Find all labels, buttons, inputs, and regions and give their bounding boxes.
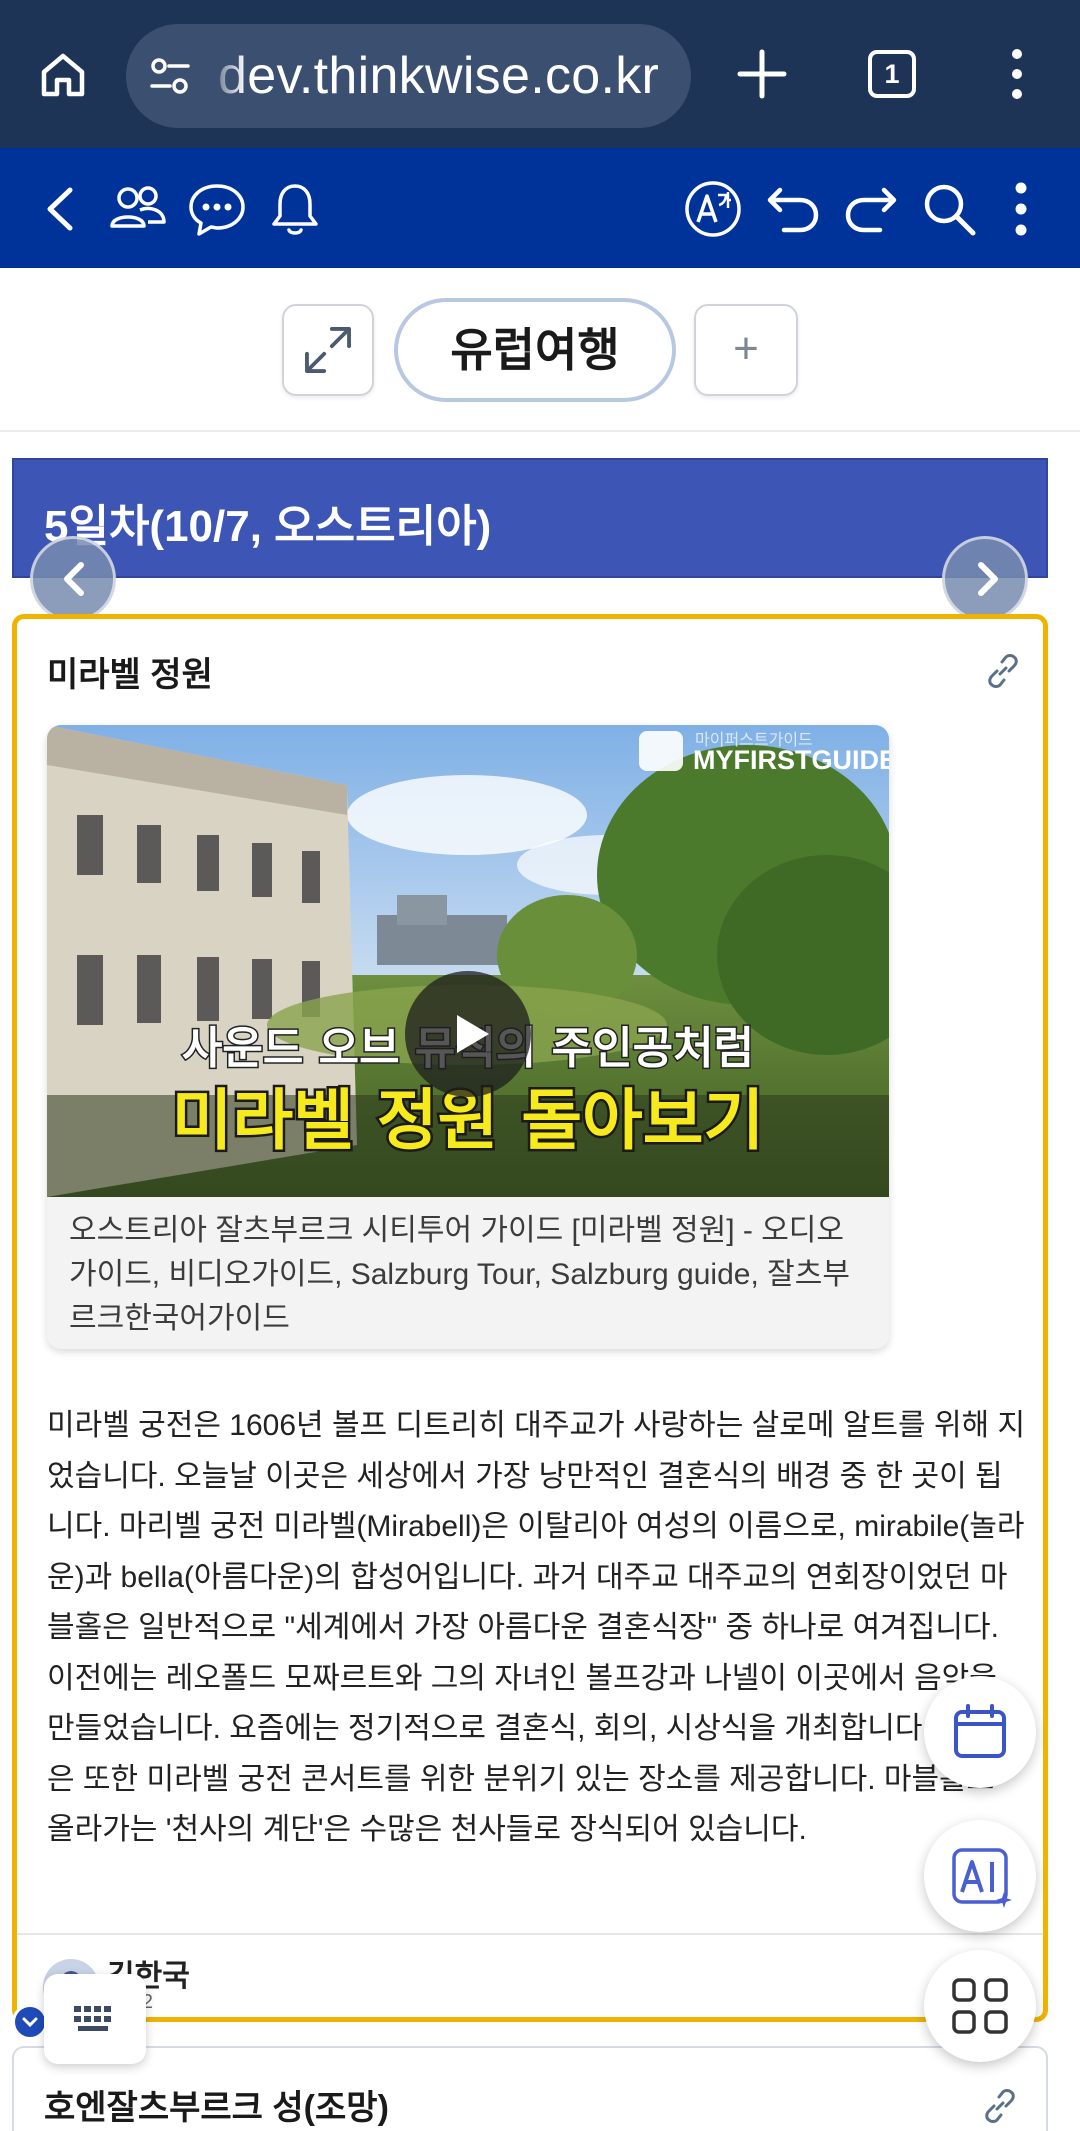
video-thumbnail[interactable]: MYFIRSTGUIDE 마이퍼스트가이드 사운드 오브 뮤직의 주인공처럼 미… [47,725,889,1197]
play-icon [457,1015,489,1053]
menu-icon[interactable] [1000,46,1034,102]
tab-switcher-icon[interactable]: 1 [868,50,916,98]
card-body-text: 미라벨 궁전은 1606년 볼프 디트리히 대주교가 사랑하는 살로메 알트를 … [47,1409,1026,1846]
card-title: 미라벨 정원 [47,656,213,694]
expand-icon [305,327,351,373]
map-tabs-row: 유럽여행 + [0,268,1080,432]
prev-arrow-button[interactable] [30,536,116,622]
site-settings-icon[interactable] [148,54,192,98]
address-bar[interactable]: dev.thinkwise.co.kr [126,24,691,128]
video-caption[interactable]: 오스트리아 잘츠부르크 시티투어 가이드 [미라벨 정원] - 오디오가이드, … [69,1209,869,1341]
apps-icon [952,1978,1008,2034]
more-icon[interactable] [1004,178,1038,240]
translate-icon[interactable] [682,178,744,240]
back-icon[interactable] [30,178,92,240]
chat-icon[interactable] [186,178,248,240]
ai-icon [952,1848,1012,1908]
play-button[interactable] [405,971,531,1097]
app-toolbar [0,148,1080,268]
add-tab-button[interactable]: + [694,304,798,396]
link-icon[interactable] [980,2086,1020,2126]
keyboard-button[interactable] [44,1974,146,2064]
ai-button[interactable] [924,1820,1036,1932]
new-tab-icon[interactable] [734,46,790,102]
undo-icon[interactable] [762,178,824,240]
day-title: 5일차(10/7, 오스트리아) [44,502,492,551]
next-arrow-button[interactable] [942,536,1028,622]
day-header: 5일차(10/7, 오스트리아) [12,458,1048,578]
next-topic-card[interactable]: 호엔잘츠부르크 성(조망) [12,2046,1048,2131]
tab-europe-trip[interactable]: 유럽여행 [394,298,676,402]
expand-button[interactable] [282,304,374,396]
link-icon[interactable] [983,651,1023,691]
home-icon[interactable] [38,50,88,100]
video-preview[interactable]: MYFIRSTGUIDE 마이퍼스트가이드 사운드 오브 뮤직의 주인공처럼 미… [47,725,889,1349]
thumbnail-brand-ko: 마이퍼스트가이드 [695,730,813,749]
apps-button[interactable] [924,1950,1036,2062]
url-text[interactable]: dev.thinkwise.co.kr [218,46,659,106]
thumbnail-brand: MYFIRSTGUIDE [693,745,889,775]
members-icon[interactable] [106,178,168,240]
url-fade [206,24,246,128]
thumbnail-image: MYFIRSTGUIDE 마이퍼스트가이드 사운드 오브 뮤직의 주인공처럼 미… [47,725,889,1197]
chevron-down-icon [22,2017,38,2028]
calendar-icon [954,1704,1006,1758]
calendar-button[interactable] [924,1676,1036,1788]
chevron-left-icon [64,562,84,596]
keyboard-icon [74,2006,111,2031]
redo-icon[interactable] [840,178,902,240]
collapse-toggle[interactable] [12,2004,48,2040]
card-divider [17,1933,1043,1935]
topic-card[interactable]: 미라벨 정원 MYFIRSTGUIDE 마이퍼스트가이드 사운드 오브 주인공처… [12,614,1048,2022]
chevron-right-icon [978,562,998,596]
bell-icon[interactable] [264,178,326,240]
next-card-title: 호엔잘츠부르크 성(조망) [44,2089,389,2127]
browser-toolbar: dev.thinkwise.co.kr 1 [0,0,1080,148]
search-icon[interactable] [918,178,980,240]
